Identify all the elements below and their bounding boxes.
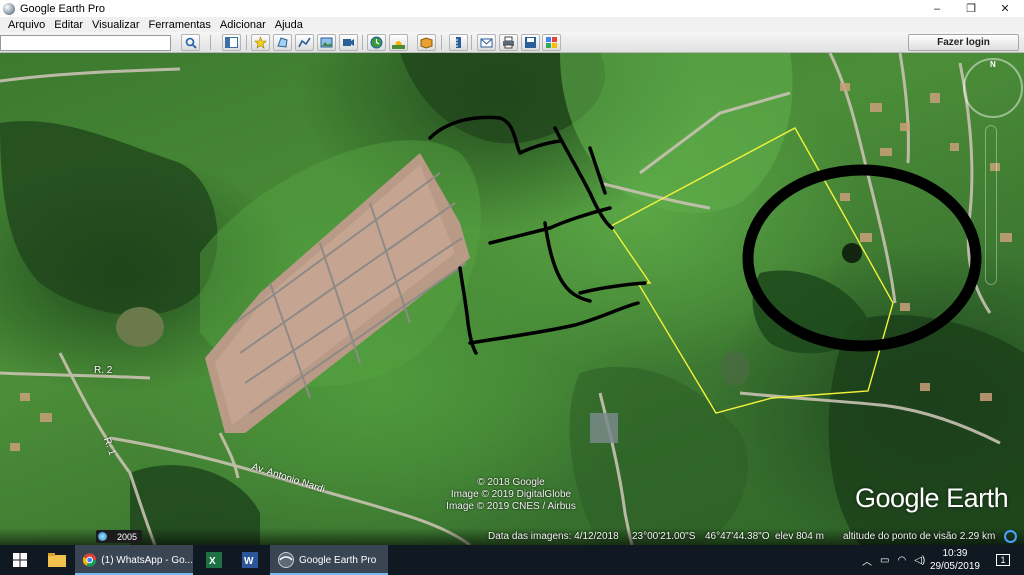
toolbar-separator xyxy=(362,35,363,50)
toolbar-separator xyxy=(471,35,472,50)
menu-ferramentas[interactable]: Ferramentas xyxy=(148,19,212,31)
taskbar-item-whatsapp[interactable]: (1) WhatsApp - Go... xyxy=(75,545,193,575)
svg-text:X: X xyxy=(209,556,216,567)
longitude-readout: 46°47'44.38"O xyxy=(705,531,770,542)
menu-editar[interactable]: Editar xyxy=(53,19,84,31)
taskbar-item-label: Google Earth Pro xyxy=(299,554,377,566)
historical-imagery-icon xyxy=(370,36,383,49)
word-button[interactable]: W xyxy=(234,545,266,575)
svg-text:W: W xyxy=(244,556,254,567)
path-icon xyxy=(298,37,311,48)
print-button[interactable] xyxy=(499,34,518,51)
system-tray: ︿ ▭ ◠ ◁) xyxy=(862,545,925,575)
clock-time: 10:39 xyxy=(942,548,968,559)
sunlight-icon xyxy=(392,41,405,49)
add-placemark-button[interactable] xyxy=(251,34,270,51)
email-button[interactable] xyxy=(477,34,496,51)
chevron-up-icon[interactable]: ︿ xyxy=(862,553,872,568)
planets-button[interactable] xyxy=(417,34,436,51)
login-button[interactable]: Fazer login xyxy=(908,34,1019,51)
excel-button[interactable]: X xyxy=(198,545,230,575)
historical-year: 2005 xyxy=(117,531,138,542)
title-bar: Google Earth Pro – ❐ ✕ xyxy=(0,0,1024,17)
minimize-button[interactable]: – xyxy=(920,0,954,17)
navigation-compass[interactable]: N xyxy=(963,58,1023,118)
menu-bar: Arquivo Editar Visualizar Ferramentas Ad… xyxy=(0,17,1024,32)
search-button[interactable] xyxy=(181,34,200,51)
network-icon[interactable]: ▭ xyxy=(880,555,889,566)
window-title: Google Earth Pro xyxy=(20,2,105,15)
record-tour-icon xyxy=(343,39,354,46)
google-earth-logo: Google Earth xyxy=(855,483,1009,513)
ruler-button[interactable] xyxy=(449,34,468,51)
wifi-icon[interactable]: ◠ xyxy=(897,555,906,566)
north-indicator: N xyxy=(990,60,996,69)
close-button[interactable]: ✕ xyxy=(988,0,1022,17)
toolbar-separator xyxy=(210,35,211,50)
historical-imagery-badge[interactable]: 2005 xyxy=(96,530,142,543)
map-view[interactable]: N R. 2 R. 1 Av. Antonio Nardi © 2018 Goo… xyxy=(0,53,1024,545)
view-in-maps-icon xyxy=(546,37,557,48)
zoom-slider[interactable] xyxy=(985,125,997,285)
toolbar-separator xyxy=(441,35,442,50)
toolbar: Fazer login xyxy=(0,32,1024,53)
add-polygon-button[interactable] xyxy=(273,34,292,51)
planets-icon xyxy=(420,37,433,49)
image-overlay-icon xyxy=(320,37,333,48)
volume-icon[interactable]: ◁) xyxy=(914,555,925,566)
email-icon xyxy=(480,38,493,48)
imagery-copyright: © 2018 Google Image © 2019 DigitalGlobe … xyxy=(446,477,576,512)
streaming-icon xyxy=(1004,530,1017,543)
save-image-icon xyxy=(525,37,536,48)
menu-adicionar[interactable]: Adicionar xyxy=(219,19,267,31)
placemark-icon xyxy=(254,36,267,49)
maximize-button[interactable]: ❐ xyxy=(954,0,988,17)
taskbar: (1) WhatsApp - Go... X W Google Earth Pr… xyxy=(0,545,1024,575)
map-imagery xyxy=(0,53,1024,545)
clock-date: 29/05/2019 xyxy=(929,561,980,572)
toolbar-separator xyxy=(246,35,247,50)
start-button[interactable] xyxy=(0,545,40,575)
file-explorer-button[interactable] xyxy=(40,545,74,575)
eye-altitude-readout: altitude do ponto de visão 2.29 km xyxy=(843,531,996,542)
chrome-icon xyxy=(83,553,97,567)
view-in-maps-button[interactable] xyxy=(542,34,561,51)
taskbar-clock[interactable]: 10:39 29/05/2019 xyxy=(930,547,980,573)
menu-ajuda[interactable]: Ajuda xyxy=(274,19,304,31)
folder-icon xyxy=(48,553,66,567)
google-earth-icon xyxy=(3,2,15,15)
menu-visualizar[interactable]: Visualizar xyxy=(91,19,141,31)
polygon-icon xyxy=(277,37,288,48)
image-overlay-button[interactable] xyxy=(317,34,336,51)
record-tour-button[interactable] xyxy=(339,34,358,51)
save-image-button[interactable] xyxy=(521,34,540,51)
taskbar-item-label: (1) WhatsApp - Go... xyxy=(101,554,193,566)
search-icon xyxy=(185,37,197,49)
sidebar-icon xyxy=(225,37,238,48)
imagery-date: Data das imagens: 4/12/2018 xyxy=(488,531,619,542)
elevation-readout: elev 804 m xyxy=(775,531,824,542)
menu-arquivo[interactable]: Arquivo xyxy=(7,19,46,31)
add-path-button[interactable] xyxy=(295,34,314,51)
latitude-readout: 23°00'21.00"S xyxy=(632,531,696,542)
print-icon xyxy=(503,36,514,49)
sunlight-button[interactable] xyxy=(389,34,408,51)
excel-icon: X xyxy=(206,552,222,568)
notification-count: 1 xyxy=(996,554,1010,566)
road-label: R. 2 xyxy=(94,365,113,376)
taskbar-item-google-earth[interactable]: Google Earth Pro xyxy=(270,545,388,575)
search-input[interactable] xyxy=(0,35,171,51)
windows-icon xyxy=(13,553,27,567)
clock-icon xyxy=(98,532,107,541)
historical-imagery-button[interactable] xyxy=(367,34,386,51)
sidebar-toggle-button[interactable] xyxy=(222,34,241,51)
word-icon: W xyxy=(242,552,258,568)
notification-center-button[interactable]: 1 xyxy=(993,545,1013,575)
ruler-icon xyxy=(456,37,461,48)
google-earth-icon xyxy=(278,552,294,568)
